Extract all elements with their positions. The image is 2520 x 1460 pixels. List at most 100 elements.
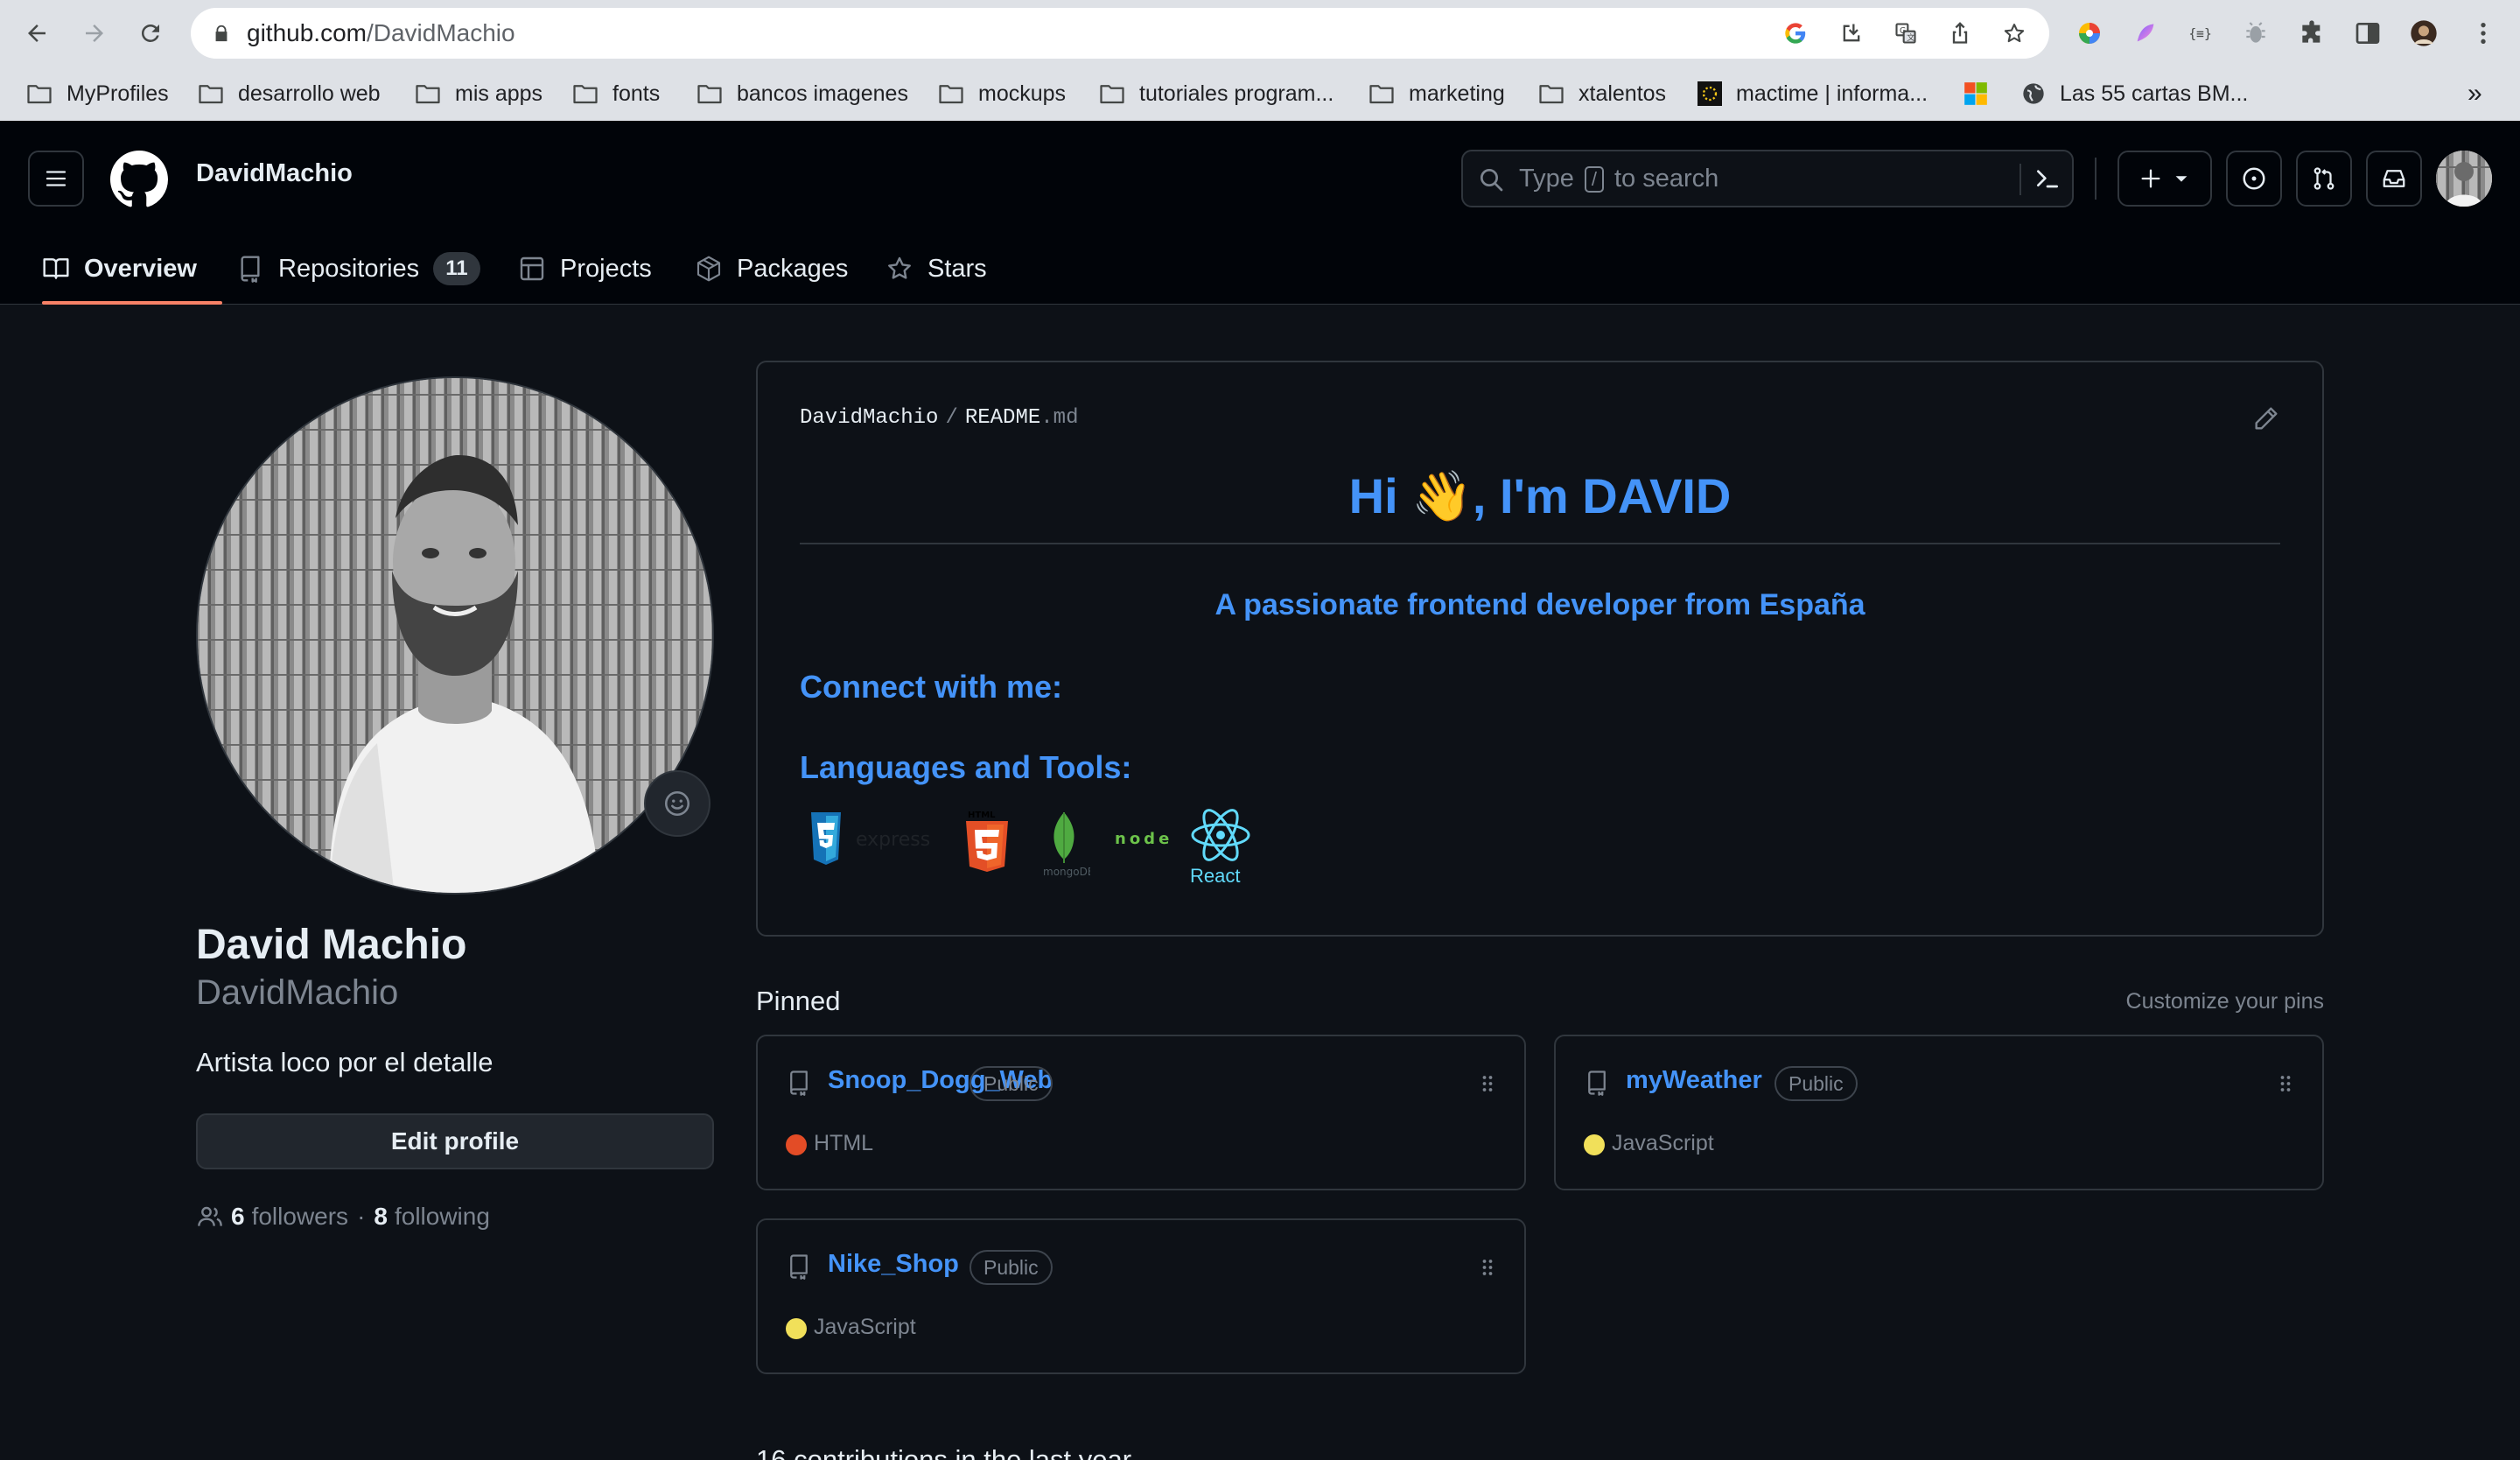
repo-name-link[interactable]: Nike_Shop (828, 1250, 959, 1279)
readme-languages-heading: Languages and Tools: (800, 749, 1132, 785)
bookmarks-bar: MyProfiles desarrollo web mis apps fonts ban… (0, 67, 2520, 121)
nodejs-icon[interactable]: node (1110, 809, 1185, 870)
bookmarks-overflow-button[interactable]: » (2468, 75, 2482, 112)
mongodb-icon[interactable]: mongoDB (1038, 809, 1090, 879)
svg-text:node: node (1115, 830, 1172, 848)
css3-icon[interactable] (808, 809, 844, 870)
svg-text:HTML: HTML (968, 811, 996, 820)
bookmark-mockups[interactable]: mockups (938, 75, 1066, 112)
svg-text:G: G (1900, 26, 1906, 36)
contributions-heading: 16 contributions in the last year (756, 1444, 1132, 1460)
repo-name-link[interactable]: myWeather (1626, 1066, 1762, 1095)
forward-button[interactable] (77, 16, 112, 51)
back-button[interactable] (19, 16, 54, 51)
readme-divider (800, 543, 2280, 544)
profile-readme-card: DavidMachio / README.md Hi 👋, I'm DAVID A … (756, 361, 2324, 937)
google-icon[interactable] (1783, 21, 1808, 46)
globe-icon (2023, 83, 2044, 104)
create-new-button[interactable] (2118, 151, 2212, 207)
folder-icon (1369, 85, 1394, 104)
customize-pins-link[interactable]: Customize your pins (2100, 989, 2324, 1014)
user-avatar[interactable] (2436, 151, 2492, 207)
express-icon[interactable]: express (850, 809, 929, 870)
profile-full-name: David Machio (196, 922, 467, 968)
github-logo-icon[interactable] (110, 151, 168, 208)
profile-avatar[interactable] (196, 376, 714, 895)
readme-owner-link[interactable]: DavidMachio (800, 406, 938, 430)
arrow-right-icon (86, 25, 103, 42)
tab-repositories[interactable]: Repositories 11 (236, 233, 480, 305)
pull-requests-button[interactable] (2296, 151, 2352, 207)
folder-icon (939, 85, 963, 104)
bookmark-las-55-cartas[interactable]: Las 55 cartas BM... (2021, 75, 2248, 112)
profile-bio: Artista loco por el detalle (196, 1047, 494, 1077)
package-icon (696, 256, 721, 282)
gradient-extension-icon[interactable] (2130, 18, 2161, 49)
svg-text:文: 文 (1907, 32, 1914, 43)
grabber-icon[interactable] (1475, 1255, 1500, 1280)
bookmark-marketing[interactable]: marketing (1368, 75, 1505, 112)
bug-extension-icon[interactable] (2240, 18, 2272, 49)
folder-icon (199, 85, 223, 104)
edit-profile-button[interactable]: Edit profile (196, 1113, 714, 1169)
following-link[interactable]: 8 following (374, 1203, 490, 1231)
browser-profile-avatar[interactable] (2408, 18, 2440, 49)
url-text: github.com/DavidMachio (247, 19, 515, 46)
side-panel-icon[interactable] (2352, 18, 2384, 49)
command-palette-icon[interactable] (2034, 165, 2062, 193)
people-icon (198, 1206, 222, 1226)
json-extension-icon[interactable]: {≡} (2186, 18, 2217, 49)
menu-button[interactable] (28, 151, 84, 207)
readme-path: DavidMachio / README.md (800, 406, 1079, 430)
github-header: DavidMachio Type / to search Overview Re… (0, 121, 2520, 305)
address-bar[interactable]: github.com/DavidMachio G文 (191, 8, 2049, 59)
svg-text:express: express (856, 829, 929, 851)
tab-overview[interactable]: Overview (42, 233, 222, 305)
arrow-left-icon (28, 25, 46, 42)
bookmark-xtalentos[interactable]: xtalentos (1538, 75, 1666, 112)
grabber-icon[interactable] (2273, 1071, 2298, 1096)
issue-opened-icon (2243, 167, 2265, 190)
install-app-icon[interactable] (1839, 21, 1864, 46)
browser-menu-icon[interactable] (2468, 18, 2499, 49)
tab-projects[interactable]: Projects (518, 233, 652, 305)
extensions-puzzle-icon[interactable] (2296, 18, 2328, 49)
bookmark-mis-apps[interactable]: mis apps (415, 75, 542, 112)
book-icon (43, 258, 69, 279)
pencil-icon[interactable] (2252, 404, 2280, 432)
repo-language: HTML (814, 1131, 874, 1155)
followers-link[interactable]: 6 followers (231, 1203, 348, 1231)
react-label: React (1190, 865, 1241, 887)
bookmark-mactime[interactable]: mactime | informa... (1698, 75, 1928, 112)
bookmark-fonts[interactable]: fonts (572, 75, 660, 112)
bookmark-bancos-imagenes[interactable]: bancos imagenes (696, 75, 908, 112)
reload-button[interactable] (133, 16, 168, 51)
tab-packages[interactable]: Packages (695, 233, 848, 305)
color-wheel-extension-icon[interactable] (2074, 18, 2105, 49)
folder-icon (27, 85, 52, 104)
pinned-heading: Pinned (756, 986, 841, 1016)
bookmark-star-icon[interactable] (2002, 21, 2026, 46)
html5-icon[interactable]: HTML (962, 809, 1012, 879)
react-icon[interactable] (1188, 809, 1253, 865)
repo-icon (1588, 1070, 1606, 1096)
inbox-button[interactable] (2366, 151, 2422, 207)
header-divider (2095, 158, 2096, 200)
tab-stars[interactable]: Stars (886, 233, 987, 305)
pinned-repo-card: myWeather Public JavaScript (1554, 1035, 2324, 1190)
lock-icon (215, 25, 228, 42)
bookmark-desarrollo-web[interactable]: desarrollo web (198, 75, 381, 112)
set-status-button[interactable] (644, 770, 710, 837)
header-username[interactable]: DavidMachio (196, 159, 353, 188)
translate-icon[interactable]: G文 (1894, 21, 1918, 46)
bookmark-microsoft[interactable] (1964, 75, 2002, 112)
issues-button[interactable] (2226, 151, 2282, 207)
grabber-icon[interactable] (1475, 1071, 1500, 1096)
follow-stats: 6 followers · 8 following (196, 1199, 490, 1234)
visibility-badge: Public (1774, 1066, 1858, 1101)
search-input[interactable]: Type / to search (1461, 150, 2074, 207)
share-icon[interactable] (1948, 21, 1972, 46)
bookmark-myprofiles[interactable]: MyProfiles (26, 75, 169, 112)
bookmark-tutoriales[interactable]: tutoriales program... (1099, 75, 1334, 112)
repo-icon (790, 1070, 808, 1096)
